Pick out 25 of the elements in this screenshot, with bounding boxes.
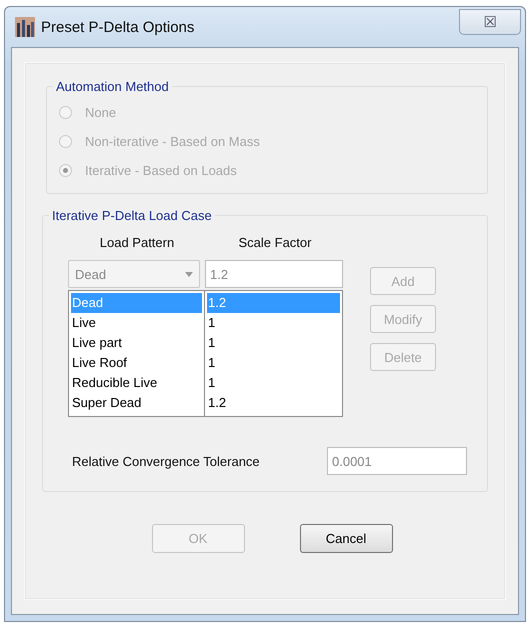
group-title: Iterative P-Delta Load Case (51, 208, 213, 223)
tolerance-field[interactable]: 0.0001 (327, 447, 467, 475)
list-item[interactable]: 1 (207, 333, 340, 353)
dropdown-arrow-icon (185, 272, 193, 276)
list-item[interactable]: Super Dead (71, 393, 202, 413)
list-item[interactable]: Live Roof (71, 353, 202, 373)
radio-label: None (85, 105, 116, 120)
dialog-button[interactable]: Cancel (300, 524, 392, 553)
radio-label: Non-iterative - Based on Mass (85, 134, 260, 149)
list-item[interactable]: 1.2 (207, 393, 340, 413)
close-button[interactable]: ☒ (459, 9, 521, 35)
window-title: Preset P-Delta Options (41, 18, 194, 36)
app-icon (15, 17, 35, 37)
list-item[interactable]: 1 (207, 373, 340, 393)
list-item[interactable]: Live part (71, 333, 202, 353)
list-item[interactable]: 1 (207, 313, 340, 333)
radio-label: Iterative - Based on Loads (85, 163, 237, 178)
list-item[interactable]: Live (71, 313, 202, 333)
list-item[interactable]: 1 (207, 353, 340, 373)
column-header: Load Pattern (98, 234, 176, 252)
group-title: Automation Method (55, 79, 170, 94)
scale-factor-field[interactable]: 1.2 (205, 260, 343, 288)
field-label: Relative Convergence Tolerance (72, 454, 260, 468)
list-item[interactable]: Reducible Live (71, 373, 202, 393)
column-header: Scale Factor (238, 234, 312, 252)
